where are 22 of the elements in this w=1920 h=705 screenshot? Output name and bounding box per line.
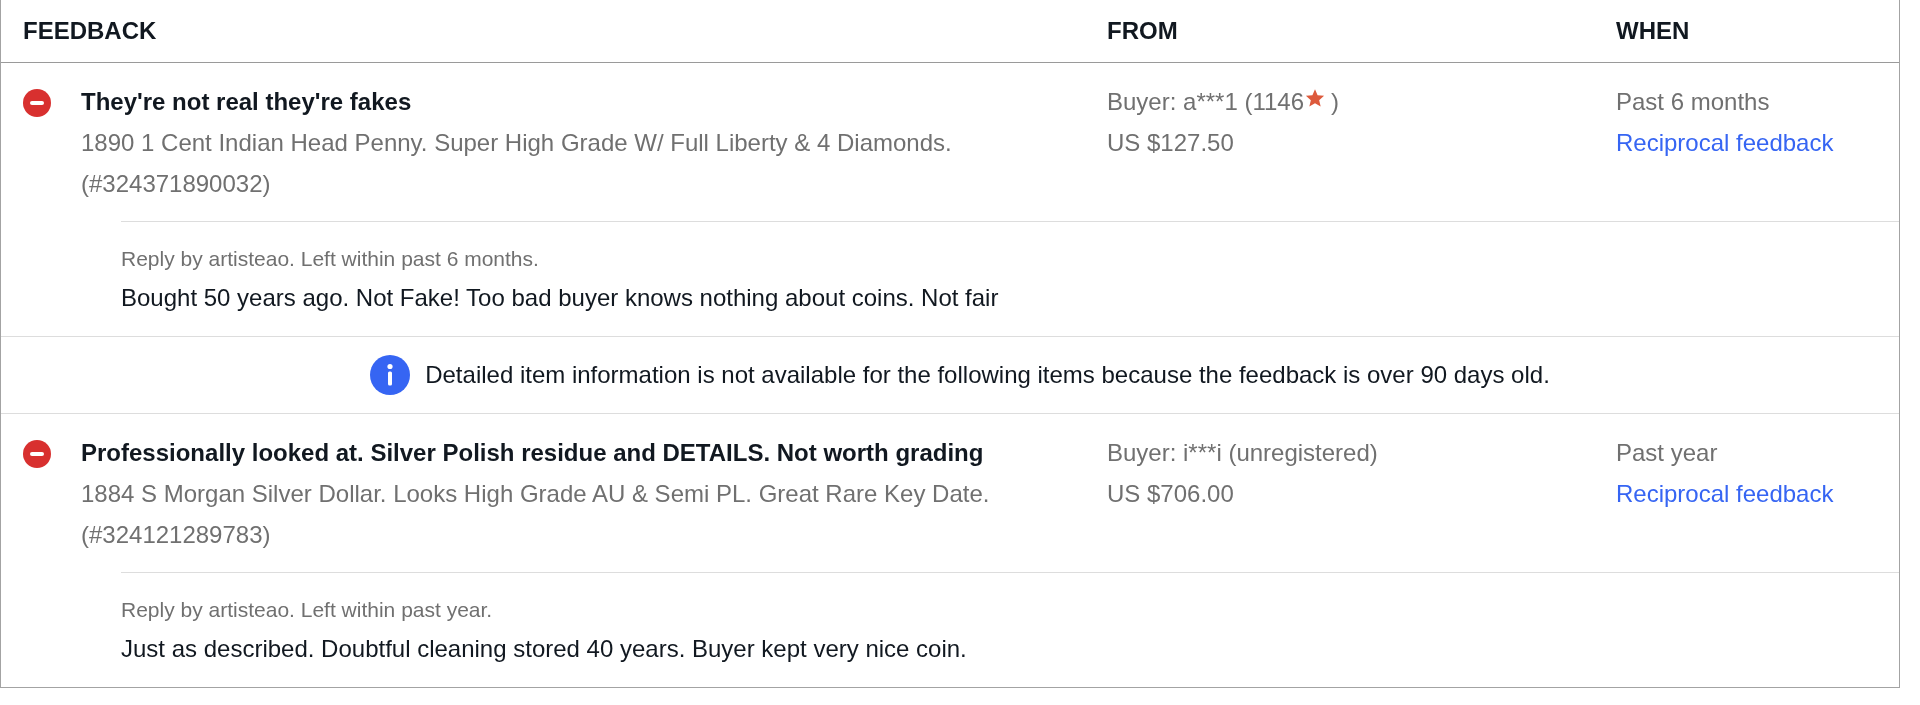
item-description: 1884 S Morgan Silver Dollar. Looks High Grade AU & Semi PL. Great Rare Key Date. (#324121289783)	[81, 479, 991, 550]
reciprocal-feedback-link[interactable]: Reciprocal feedback	[1616, 122, 1834, 163]
reply-meta: Reply by artisteao. Left within past 6 months.	[121, 246, 540, 272]
item-price: US $127.50	[1107, 128, 1235, 158]
item-description: 1890 1 Cent Indian Head Penny. Super High Grade W/ Full Liberty & 4 Diamonds. (#324371890032)	[81, 128, 953, 199]
buyer-name: Buyer: a***1 (1146	[1107, 88, 1304, 115]
reply-text: Bought 50 years ago. Not Fake! Too bad buyer knows nothing about coins. Not fair	[121, 283, 1000, 313]
notice-text: Detailed item information is not available for the following items because the feedback is over 90 days old.	[425, 360, 1550, 390]
feedback-time: Past year	[1616, 438, 1718, 468]
buyer-name: Buyer: i***i (unregistered)	[1107, 439, 1378, 466]
reciprocal-feedback-link[interactable]: Reciprocal feedback	[1616, 473, 1834, 514]
column-header: FROM	[1107, 17, 1178, 44]
reply-text: Just as described. Doubtful cleaning stored 40 years. Buyer kept very nice coin.	[121, 634, 968, 664]
feedback-comment: Professionally looked at. Silver Polish residue and DETAILS. Not worth grading	[81, 438, 985, 468]
info-icon	[370, 355, 411, 395]
item-price: US $706.00	[1107, 479, 1235, 509]
feedback-time: Past 6 months	[1616, 87, 1770, 117]
column-header: FEEDBACK	[23, 17, 157, 44]
column-header: WHEN	[1616, 17, 1690, 44]
closing-parenthesis: )	[1331, 88, 1339, 115]
feedback-comment: They're not real they're fakes	[81, 87, 413, 117]
reply-meta: Reply by artisteao. Left within past year.	[121, 597, 494, 623]
